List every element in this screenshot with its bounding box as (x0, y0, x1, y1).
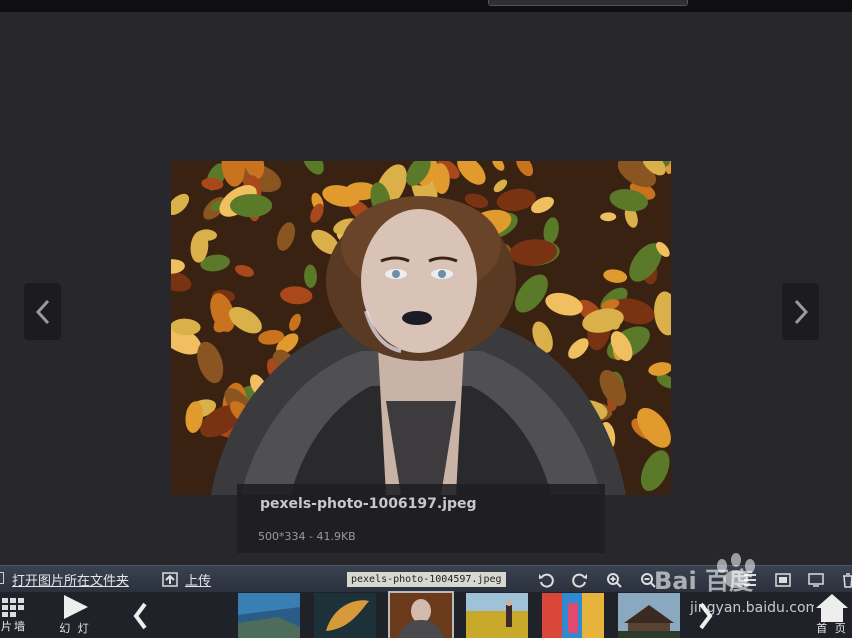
chevron-left-icon (35, 299, 49, 324)
baidu-watermark: Bai 百度 jingyan.baidu.com (654, 546, 819, 616)
play-icon (64, 595, 88, 619)
grid-icon (2, 598, 24, 617)
home-label: 首 页 (816, 622, 848, 635)
open-folder-link[interactable]: 打开图片所在文件夹 (12, 570, 129, 589)
watermark-brand: Bai 百度 (654, 567, 754, 595)
folder-icon (0, 572, 4, 584)
rotate-right-icon[interactable] (570, 570, 590, 590)
thumbnail-leaf[interactable] (314, 593, 376, 638)
slideshow-label: 幻 灯 (59, 622, 91, 635)
watermark-site: jingyan.baidu.com (689, 600, 814, 616)
home-icon (816, 594, 848, 622)
chevron-right-icon (794, 299, 808, 324)
thumbnail-portrait[interactable] (388, 591, 454, 638)
slideshow-button[interactable]: 幻 灯 (56, 594, 94, 636)
thumbnail-graffiti[interactable] (542, 593, 604, 638)
main-photo (171, 161, 671, 495)
next-image-button[interactable] (782, 283, 819, 340)
thumbnail-coast[interactable] (238, 593, 300, 638)
chevron-left-icon (133, 602, 147, 630)
rotate-left-icon[interactable] (536, 570, 556, 590)
image-caption: pexels-photo-1006197.jpeg 500*334 - 41.9… (237, 484, 605, 553)
search-input[interactable] (488, 0, 688, 6)
image-meta: 500*334 - 41.9KB (258, 530, 356, 543)
home-button[interactable]: 首 页 (812, 592, 852, 636)
upload-icon[interactable] (162, 572, 178, 591)
image-filename: pexels-photo-1006197.jpeg (260, 496, 477, 512)
thumbnail-field[interactable] (466, 593, 528, 638)
upload-link[interactable]: 上传 (185, 570, 211, 589)
photo-wall-label: 片墙 (1, 620, 27, 633)
photo-wall-button[interactable]: 片墙 (0, 596, 28, 634)
previous-image-button[interactable] (24, 283, 61, 340)
zoom-in-icon[interactable] (604, 570, 624, 590)
current-file-label: pexels-photo-1004597.jpeg (347, 572, 506, 587)
image-viewer-app: pexels-photo-1006197.jpeg 500*334 - 41.9… (0, 0, 852, 638)
top-bar (0, 0, 852, 12)
filmstrip-prev-button[interactable] (128, 602, 152, 634)
delete-icon[interactable] (838, 570, 852, 590)
